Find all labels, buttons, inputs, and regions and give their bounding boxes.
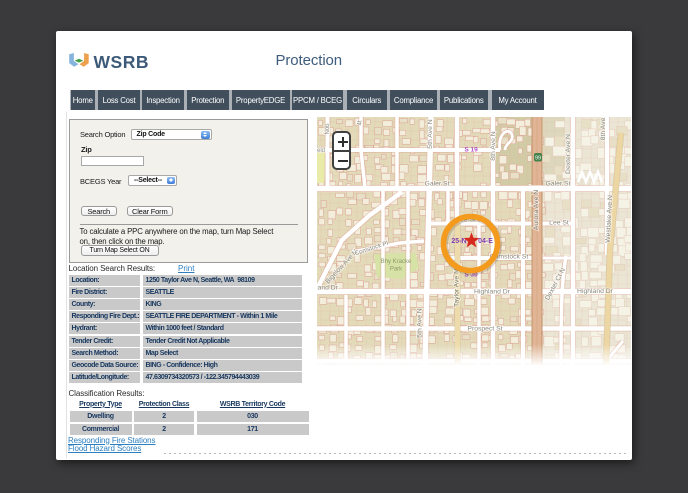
svg-text:eld: eld bbox=[317, 148, 325, 154]
svg-text:Park: Park bbox=[390, 267, 403, 273]
svg-text:Highland Dr: Highland Dr bbox=[474, 289, 511, 296]
svg-text:8th Ave N: 8th Ave N bbox=[490, 131, 497, 160]
svg-text:Galer St: Galer St bbox=[425, 181, 450, 188]
svg-text:Highland Dr: Highland Dr bbox=[577, 288, 614, 295]
svg-text:Prospect St: Prospect St bbox=[467, 326, 502, 333]
svg-text:5th Ave N: 5th Ave N bbox=[427, 119, 434, 148]
svg-text:Galer St: Galer St bbox=[546, 181, 571, 188]
svg-text:Nob: Nob bbox=[325, 123, 331, 135]
svg-text:5th Ave N: 5th Ave N bbox=[417, 308, 424, 337]
svg-text:04-E: 04-E bbox=[478, 238, 493, 245]
svg-text:4t: 4t bbox=[358, 120, 364, 125]
svg-text:25-N: 25-N bbox=[451, 238, 466, 245]
svg-text:99: 99 bbox=[535, 156, 541, 162]
svg-text:Lee St: Lee St bbox=[549, 220, 569, 227]
svg-text:Aurora Ave N: Aurora Ave N bbox=[533, 190, 540, 230]
svg-text:Bhy Kracke: Bhy Kracke bbox=[381, 259, 412, 265]
svg-text:Dexter Ave N: Dexter Ave N bbox=[565, 134, 572, 174]
svg-text:8th Ave: 8th Ave bbox=[600, 118, 607, 141]
svg-text:S 19: S 19 bbox=[464, 147, 478, 154]
svg-text:Taylor Ave N: Taylor Ave N bbox=[454, 269, 461, 307]
svg-text:land Dr: land Dr bbox=[317, 285, 339, 292]
